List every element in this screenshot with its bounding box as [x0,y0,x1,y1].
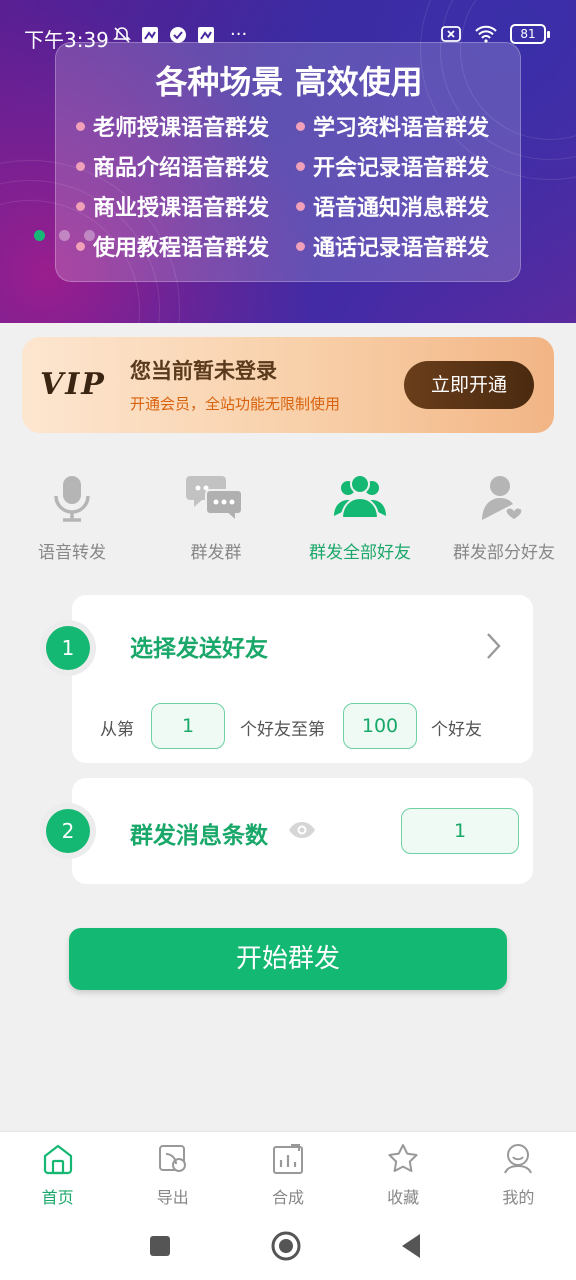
range-from-label: 从第 [100,720,134,740]
feature-item: 商品介绍语音群发 [76,151,296,181]
bottom-navigation: 首页 导出 合成 收藏 我的 [0,1131,576,1215]
battery-indicator: 81 [510,24,550,44]
eye-icon[interactable] [288,820,316,840]
bullet-icon [296,201,305,211]
vip-title: 您当前暂未登录 [130,359,277,383]
back-icon[interactable] [398,1229,424,1263]
feature-item: 学习资料语音群发 [296,111,516,141]
range-end-label: 个好友 [431,720,482,740]
feature-list: 老师授课语音群发 学习资料语音群发 商品介绍语音群发 开会记录语音群发 商业授课… [76,111,516,261]
step-badge: 1 [46,626,90,670]
compose-icon [272,1144,303,1174]
tab-label: 群发全部好友 [309,543,411,563]
nav-home[interactable]: 首页 [0,1132,115,1215]
chat-bubbles-icon [186,476,243,524]
recent-apps-icon[interactable] [148,1229,172,1263]
carousel-dot[interactable] [34,230,45,241]
carousel-dot[interactable] [59,230,70,241]
carousel-dot[interactable] [84,230,95,241]
status-system-icons: 81 [440,24,550,44]
vip-banner[interactable]: VIP 您当前暂未登录 开通会员，全站功能无限制使用 立即开通 [22,337,554,433]
nav-profile[interactable]: 我的 [461,1132,576,1215]
person-heart-icon [482,476,523,521]
bullet-icon [296,161,305,171]
star-icon [388,1144,418,1172]
banner[interactable]: 下午3:39 ··· 81 各种场景 高效使用 老师授课语音群发 学习资料语音群… [0,0,576,323]
chevron-right-icon[interactable] [483,631,503,661]
nav-favorites[interactable]: 收藏 [346,1132,461,1215]
home-button-icon[interactable] [270,1229,302,1263]
range-end-input[interactable]: 100 [343,703,417,749]
bullet-icon [296,121,305,131]
tab-label: 群发部分好友 [453,543,555,563]
select-friends-card: 选择发送好友 从第 1 个好友至第 100 个好友 [72,595,533,763]
feature-item: 语音通知消息群发 [296,191,516,221]
message-count-title: 群发消息条数 [130,823,268,849]
system-navigation-bar [0,1215,576,1280]
tab-label: 语音转发 [38,543,106,563]
nav-label: 导出 [156,1188,189,1207]
bullet-icon [76,201,85,211]
feature-item: 使用教程语音群发 [76,231,296,261]
range-mid-label: 个好友至第 [240,720,325,740]
profile-icon [504,1144,533,1174]
step-badge: 2 [46,809,90,853]
feature-item: 通话记录语音群发 [296,231,516,261]
nav-label: 首页 [41,1188,74,1207]
nav-compose[interactable]: 合成 [230,1132,345,1215]
friend-range: 从第 1 个好友至第 100 个好友 [72,703,533,749]
function-tabs: 语音转发 群发群 群发全部好友 群发部分好友 [0,462,576,572]
select-friends-title[interactable]: 选择发送好友 [130,629,268,663]
home-icon [43,1144,72,1175]
message-count-input[interactable]: 1 [401,808,519,854]
tab-send-all-friends[interactable]: 群发全部好友 [288,462,432,572]
group-icon [334,474,386,519]
feature-item: 开会记录语音群发 [296,151,516,181]
banner-content-card: 各种场景 高效使用 老师授课语音群发 学习资料语音群发 商品介绍语音群发 开会记… [55,42,521,282]
vip-logo: VIP [40,367,106,402]
nav-label: 收藏 [387,1188,420,1207]
range-start-input[interactable]: 1 [151,703,225,749]
bullet-icon [76,241,85,251]
vip-subtitle: 开通会员，全站功能无限制使用 [130,395,341,413]
tab-send-some-friends[interactable]: 群发部分好友 [432,462,576,572]
carousel-indicator[interactable] [34,230,95,241]
export-icon [158,1145,186,1172]
nav-export[interactable]: 导出 [115,1132,230,1215]
nav-label: 合成 [271,1188,304,1207]
nav-label: 我的 [502,1188,535,1207]
bullet-icon [296,241,305,251]
feature-item: 商业授课语音群发 [76,191,296,221]
activate-vip-button[interactable]: 立即开通 [404,361,534,409]
bullet-icon [76,161,85,171]
no-sim-icon [441,26,461,42]
tab-label: 群发群 [190,543,242,563]
tab-group-send[interactable]: 群发群 [144,462,288,572]
bullet-icon [76,121,85,131]
microphone-icon [54,476,90,522]
tab-voice-forward[interactable]: 语音转发 [0,462,144,572]
banner-title: 各种场景 高效使用 [155,63,423,101]
start-group-send-button[interactable]: 开始群发 [69,928,507,990]
wifi-icon [475,25,497,43]
feature-item: 老师授课语音群发 [76,111,296,141]
message-count-card: 群发消息条数 1 [72,778,533,884]
